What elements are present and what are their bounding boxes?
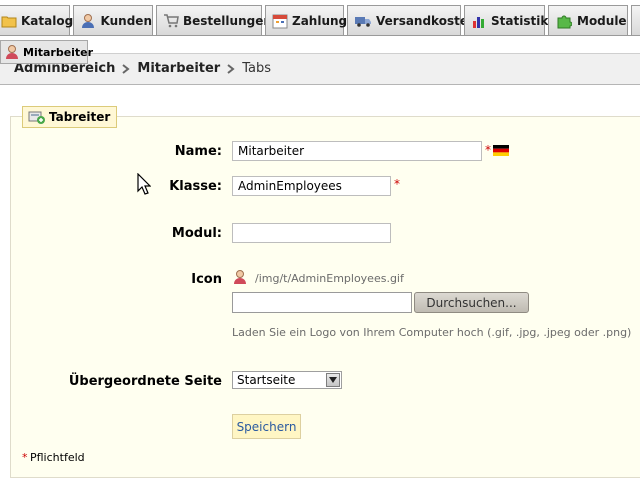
legend-title: Tabreiter: [49, 110, 111, 124]
module-input[interactable]: [232, 223, 391, 243]
folder-icon: [1, 13, 17, 29]
subtab-label: Mitarbeiter: [23, 45, 94, 59]
name-label: Name:: [174, 144, 222, 159]
tab-label: Kunden: [100, 13, 152, 28]
required-marker: *: [22, 451, 28, 464]
tab-label: Zahlung: [292, 13, 348, 28]
cart-icon: [163, 13, 179, 29]
tab-label: Statistik: [491, 13, 549, 28]
tab-add-icon: [28, 110, 46, 124]
required-marker: *: [485, 143, 491, 157]
module-label: Modul:: [171, 226, 222, 241]
class-label: Klasse:: [169, 179, 222, 194]
name-input[interactable]: [232, 141, 482, 161]
tab-module[interactable]: Module: [548, 5, 628, 35]
breadcrumb-bar: Adminbereich Mitarbeiter Tabs: [0, 53, 640, 85]
german-flag-icon[interactable]: [493, 145, 509, 156]
breadcrumb-current: Tabs: [242, 61, 271, 76]
chart-icon: [471, 13, 487, 29]
tab-zahlung[interactable]: Zahlung: [265, 5, 348, 35]
dropdown-arrow-icon[interactable]: [326, 373, 340, 387]
nav-divider: [0, 35, 640, 36]
parent-page-select[interactable]: Startseite: [232, 371, 342, 389]
parent-label: Übergeordnete Seite: [68, 374, 222, 389]
icon-path: /img/t/AdminEmployees.gif: [255, 272, 404, 285]
calendar-icon: [272, 13, 288, 29]
puzzle-icon: [555, 13, 573, 29]
browse-button[interactable]: Durchsuchen...: [414, 292, 529, 313]
truck-icon: [354, 13, 372, 29]
top-navigation: Katalog Kunden Bestellungen Zahlung Vers…: [0, 0, 640, 40]
tab-label: Versandkosten: [376, 13, 477, 28]
breadcrumb-mitarbeiter[interactable]: Mitarbeiter: [137, 61, 220, 76]
tab-bestellungen[interactable]: Bestellungen: [156, 5, 272, 35]
required-note: Pflichtfeld: [30, 451, 85, 464]
tab-label: Katalog: [21, 13, 74, 28]
tab-katalog[interactable]: Katalog: [0, 5, 74, 35]
tab-versandkosten[interactable]: Versandkosten: [347, 5, 477, 35]
employee-icon: [5, 44, 19, 60]
upload-hint: Laden Sie ein Logo von Ihrem Computer ho…: [232, 326, 632, 339]
parent-page-selected: Startseite: [237, 373, 296, 387]
mouse-cursor-icon: [137, 172, 152, 195]
subtab-mitarbeiter[interactable]: Mitarbeiter: [0, 40, 93, 64]
chevron-right-icon: [220, 63, 242, 74]
fieldset-legend: Tabreiter: [22, 106, 118, 128]
employee-icon: [233, 269, 247, 285]
tab-statistik[interactable]: Statistik: [464, 5, 549, 35]
tab-label: Bestellungen: [183, 13, 272, 28]
class-input[interactable]: [232, 176, 391, 196]
tab-kunden[interactable]: Kunden: [73, 5, 153, 35]
tab-more[interactable]: [631, 5, 640, 35]
required-marker: *: [394, 177, 400, 191]
icon-label: Icon: [191, 272, 222, 287]
tab-label: Module: [577, 13, 627, 28]
file-path-input[interactable]: [232, 292, 412, 313]
save-button[interactable]: Speichern: [232, 414, 301, 439]
customer-icon: [80, 13, 97, 29]
chevron-right-icon: [115, 63, 137, 74]
